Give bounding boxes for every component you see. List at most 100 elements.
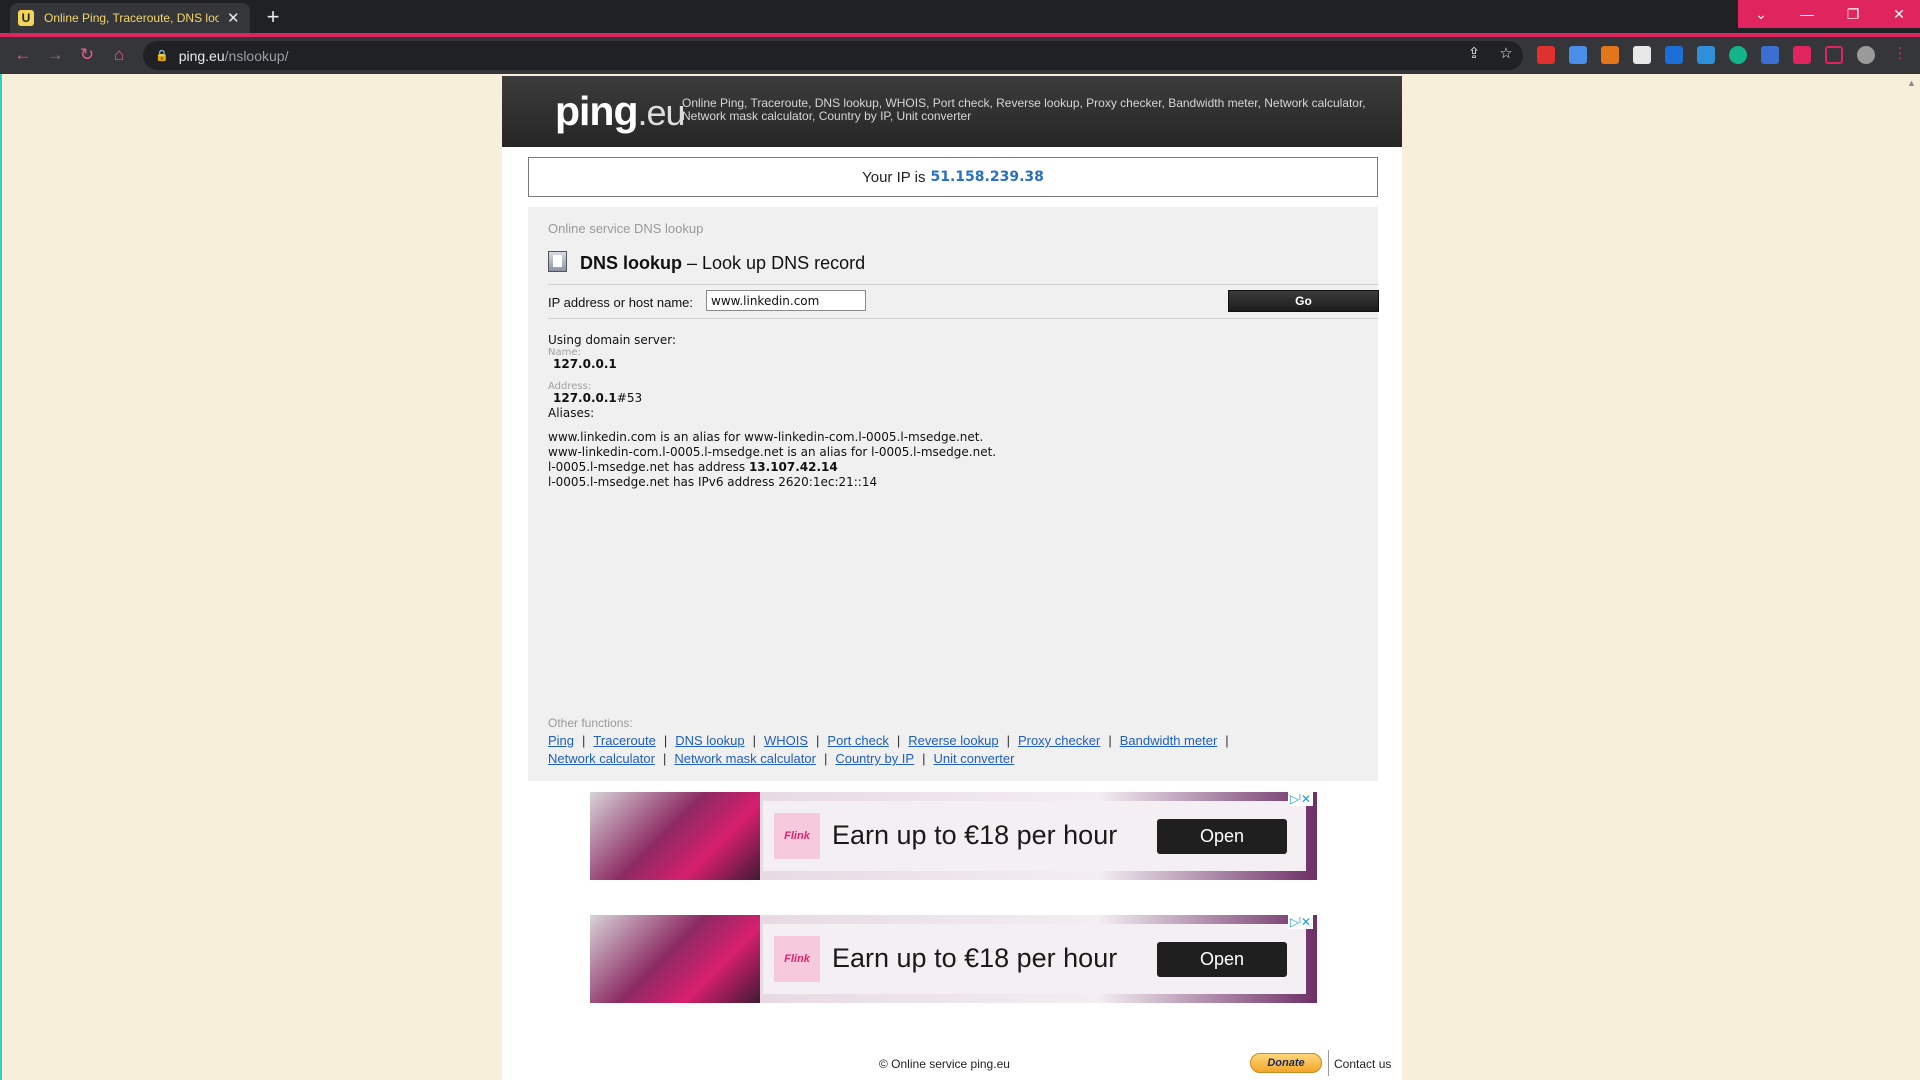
footer-divider: [1328, 1050, 1329, 1076]
metamask-icon[interactable]: [1601, 46, 1619, 64]
reload-icon[interactable]: ↻: [75, 43, 99, 67]
site-favicon-icon: U: [18, 10, 34, 26]
service-label: Online service DNS lookup: [548, 221, 704, 236]
donate-button[interactable]: Donate: [1250, 1053, 1322, 1073]
page-container: ping.eu Online Ping, Traceroute, DNS loo…: [502, 76, 1402, 1080]
extension-icon[interactable]: [1697, 46, 1715, 64]
name-label: Name:: [548, 347, 581, 358]
ad-choices-icon[interactable]: ▷ˡ✕: [1287, 915, 1313, 929]
tab-close-icon[interactable]: ✕: [227, 9, 240, 27]
tool-panel: Online service DNS lookup DNS lookup – L…: [528, 207, 1379, 781]
footer-copyright: © Online service ping.eu: [879, 1057, 1010, 1071]
result-line: l-0005.l-msedge.net has IPv6 address 262…: [548, 475, 878, 489]
menu-icon[interactable]: ⋮: [1890, 44, 1910, 62]
ad-choices-icon[interactable]: ▷ˡ✕: [1287, 792, 1313, 806]
result-line: l-0005.l-msedge.net has address 13.107.4…: [548, 460, 996, 475]
extension-icon[interactable]: [1537, 46, 1555, 64]
link-country-by-ip[interactable]: Country by IP: [835, 751, 914, 766]
result-line: www-linkedin-com.l-0005.l-msedge.net is …: [548, 445, 997, 459]
link-network-calculator[interactable]: Network calculator: [548, 751, 655, 766]
flink-logo: Flink: [774, 813, 820, 859]
tab-search-icon[interactable]: ⌄: [1738, 0, 1784, 28]
restore-button[interactable]: ❐: [1830, 0, 1876, 28]
ad-image: [590, 792, 760, 880]
site-tagline: Online Ping, Traceroute, DNS lookup, WHO…: [682, 96, 1366, 123]
host-input[interactable]: [706, 290, 866, 311]
close-window-button[interactable]: ✕: [1876, 0, 1920, 28]
link-ping[interactable]: Ping: [548, 733, 574, 748]
link-whois[interactable]: WHOIS: [764, 733, 808, 748]
result-line-text: l-0005.l-msedge.net has address: [548, 460, 749, 474]
url-path: /nslookup/: [224, 47, 289, 64]
link-port-check[interactable]: Port check: [827, 733, 888, 748]
url-host: ping.eu: [178, 47, 225, 64]
back-icon[interactable]: ←: [11, 43, 35, 67]
puzzle-icon[interactable]: [1793, 46, 1811, 64]
address-line: 127.0.0.1#53: [548, 391, 996, 406]
home-icon[interactable]: ⌂: [107, 43, 131, 67]
address-label: Address:: [548, 381, 592, 392]
link-reverse-lookup[interactable]: Reverse lookup: [908, 733, 998, 748]
new-tab-button[interactable]: +: [262, 5, 284, 29]
bookmark-star-icon[interactable]: ☆: [1496, 44, 1516, 62]
host-input-label: IP address or host name:: [548, 295, 694, 310]
tool-title-rest: – Look up DNS record: [682, 253, 866, 273]
extension-icon[interactable]: [1569, 46, 1587, 64]
shield-icon[interactable]: [1729, 46, 1747, 64]
page-title: DNS lookup – Look up DNS record: [580, 253, 865, 274]
link-traceroute[interactable]: Traceroute: [593, 733, 655, 748]
ip-value: 51.158.239.38: [930, 169, 1044, 185]
qr-code-icon[interactable]: [1633, 46, 1651, 64]
translate-icon[interactable]: [1761, 46, 1779, 64]
lock-icon: 🔒: [155, 50, 169, 62]
ip-prefix: Your IP is: [862, 168, 926, 186]
ad-banner[interactable]: Flink Earn up to €18 per hour Open ▷ˡ✕: [590, 915, 1317, 1003]
link-bandwidth-meter[interactable]: Bandwidth meter: [1120, 733, 1218, 748]
address-value: 127.0.0.1: [553, 391, 617, 405]
browser-titlebar: U Online Ping, Traceroute, DNS loo ✕ + ⌄…: [0, 0, 1920, 37]
ad-banner[interactable]: Flink Earn up to €18 per hour Open ▷ˡ✕: [590, 792, 1317, 880]
avatar[interactable]: [1857, 46, 1875, 64]
other-functions-links: Ping | Traceroute | DNS lookup | WHOIS | Port ch…: [548, 733, 1229, 766]
flink-logo: Flink: [774, 936, 820, 982]
scroll-up-icon[interactable]: ▲: [1903, 78, 1920, 88]
ad-open-button[interactable]: Open: [1157, 819, 1287, 854]
forward-icon[interactable]: →: [43, 43, 67, 67]
aliases-label: Aliases:: [548, 406, 595, 420]
ad-headline: Earn up to €18 per hour: [832, 820, 1118, 850]
result-line: www.linkedin.com is an alias for www-lin…: [548, 430, 984, 444]
go-button[interactable]: Go: [1228, 290, 1379, 312]
share-icon[interactable]: ⇪: [1464, 44, 1484, 62]
using-server-label: Using domain server:: [548, 333, 676, 347]
tool-title-bold: DNS lookup: [580, 253, 682, 273]
address-bar[interactable]: 🔒 ping.eu /nslookup/: [143, 41, 1523, 70]
side-panel-icon[interactable]: [1825, 46, 1843, 64]
browser-tab[interactable]: U Online Ping, Traceroute, DNS loo ✕: [10, 3, 250, 33]
other-functions-label: Other functions:: [548, 716, 633, 730]
browser-toolbar: ← → ↻ ⌂ 🔒 ping.eu /nslookup/ ⇪ ☆ ⋮: [0, 37, 1920, 74]
dns-lookup-icon: [548, 251, 567, 272]
site-logo[interactable]: ping.eu: [555, 88, 686, 135]
name-value: 127.0.0.1: [553, 357, 617, 371]
page-left-edge: [0, 74, 2, 1080]
ad-headline: Earn up to €18 per hour: [832, 943, 1118, 973]
link-proxy-checker[interactable]: Proxy checker: [1018, 733, 1100, 748]
link-dns-lookup[interactable]: DNS lookup: [675, 733, 744, 748]
extension-icon[interactable]: [1665, 46, 1683, 64]
ad-image: [590, 915, 760, 1003]
link-network-mask-calculator[interactable]: Network mask calculator: [674, 751, 816, 766]
link-unit-converter[interactable]: Unit converter: [933, 751, 1014, 766]
ip-display: Your IP is 51.158.239.38: [528, 157, 1378, 197]
lookup-result: Using domain server: Name: 127.0.0.1 Add…: [548, 333, 996, 490]
contact-link[interactable]: Contact us: [1334, 1057, 1391, 1071]
divider: [548, 284, 1378, 285]
site-header: ping.eu Online Ping, Traceroute, DNS loo…: [502, 76, 1402, 147]
ad-open-button[interactable]: Open: [1157, 942, 1287, 977]
logo-tld: .eu: [637, 92, 686, 133]
page-scrollbar[interactable]: ▲: [1903, 74, 1920, 1080]
minimize-button[interactable]: —: [1784, 0, 1830, 28]
result-ip: 13.107.42.14: [748, 460, 838, 474]
address-port: #53: [616, 391, 643, 405]
